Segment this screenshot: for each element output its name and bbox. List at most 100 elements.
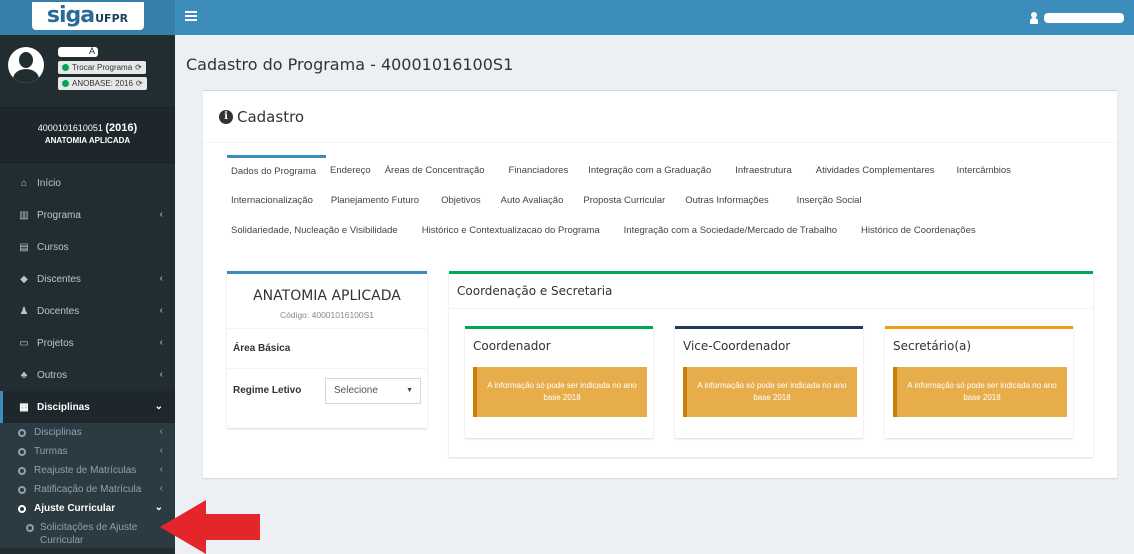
chevron-left-icon: ‹ (159, 305, 163, 316)
cadastro-card: i Cadastro Dados do Programa Endereço Ár… (203, 90, 1117, 478)
sidebar: siga UFPR A Trocar Programa ⟳ ANOBASE: 20… (0, 0, 175, 554)
group-icon: ♣ (20, 369, 28, 381)
regime-letivo-label: Regime Letivo (233, 385, 302, 396)
tab-planejamento-futuro[interactable]: Planejamento Futuro (323, 185, 429, 215)
program-info: 4000101610051 (2016) ANATOMIA APLICADA (0, 107, 175, 163)
tab-internacionalizacao[interactable]: Internacionalização (227, 185, 323, 215)
tab-integracao-graduacao[interactable]: Integração com a Graduação (578, 155, 721, 185)
tab-insercao-social[interactable]: Inserção Social (779, 185, 872, 215)
coordenacao-title: Coordenação e Secretaria (449, 274, 1093, 309)
tab-auto-avaliacao[interactable]: Auto Avaliação (491, 185, 574, 215)
tab-objetivos[interactable]: Objetivos (429, 185, 491, 215)
program-summary-name: ANATOMIA APLICADA (253, 288, 401, 304)
tab-financiadores[interactable]: Financiadores (495, 155, 579, 185)
tab-dados-do-programa[interactable]: Dados do Programa (227, 155, 327, 185)
tab-infraestrutura[interactable]: Infraestrutura (721, 155, 802, 185)
sidebar-item-programa[interactable]: ▥ Programa ‹ (0, 199, 175, 231)
program-summary-panel: ANATOMIA APLICADA Código: 40001016100S1 … (227, 271, 427, 428)
topbar (175, 0, 1134, 35)
page-title: Cadastro do Programa - 40001016100S1 (186, 55, 514, 74)
sidebar-item-discentes[interactable]: ◆ Discentes ‹ (0, 263, 175, 295)
table-icon: ▦ (19, 401, 29, 413)
chevron-left-icon: ‹ (159, 464, 163, 475)
trocar-programa-button[interactable]: Trocar Programa ⟳ (58, 61, 146, 74)
program-name: ANATOMIA APLICADA (44, 136, 131, 145)
role-title: Secretário(a) (893, 339, 972, 353)
submenu-item-ratificacao[interactable]: Ratificação de Matrícula ‹ (0, 480, 175, 499)
logo-siga-text: siga (46, 3, 95, 28)
logo-bar: siga UFPR (0, 0, 175, 35)
red-arrow-annotation (160, 500, 260, 554)
tab-outras-informacoes[interactable]: Outras Informações (675, 185, 778, 215)
sidebar-menu: ⌂ Início ▥ Programa ‹ ▤ Cursos ◆ Discent… (0, 167, 175, 423)
regime-letivo-select[interactable]: Selecione ▼ (325, 377, 421, 404)
circle-icon (18, 428, 26, 437)
institution-icon: ▥ (19, 209, 29, 221)
user-name: A (58, 46, 98, 57)
sidebar-item-docentes[interactable]: ♟ Docentes ‹ (0, 295, 175, 327)
chevron-down-icon: ⌄ (154, 401, 163, 412)
card-title: Cadastro (237, 107, 305, 126)
menu-toggle-icon[interactable] (185, 11, 197, 21)
chevron-left-icon: ‹ (159, 369, 163, 380)
sidebar-item-inicio[interactable]: ⌂ Início (0, 167, 175, 199)
role-title: Coordenador (473, 339, 551, 353)
tab-areas-concentracao[interactable]: Áreas de Concentração (381, 155, 495, 185)
circle-icon (18, 466, 26, 475)
siga-ufpr-logo[interactable]: siga UFPR (31, 1, 144, 30)
sidebar-item-projetos[interactable]: ▭ Projetos ‹ (0, 327, 175, 359)
sidebar-item-outros[interactable]: ♣ Outros ‹ (0, 359, 175, 391)
anobase-button[interactable]: ANOBASE: 2016 ⟳ (58, 77, 147, 90)
chevron-left-icon: ‹ (159, 337, 163, 348)
tab-integracao-sociedade[interactable]: Integração com a Sociedade/Mercado de Tr… (610, 215, 847, 245)
chevron-left-icon: ‹ (159, 209, 163, 220)
circle-icon (26, 524, 34, 532)
info-icon: i (219, 109, 233, 124)
user-menu[interactable] (1030, 12, 1124, 24)
status-dot-icon (62, 64, 69, 71)
sidebar-item-cursos[interactable]: ▤ Cursos (0, 231, 175, 263)
role-card-coordenador: Coordenador A informação só pode ser ind… (465, 326, 653, 438)
submenu-item-solicitacoes-ajuste[interactable]: Solicitações de Ajuste Curricular (0, 518, 175, 548)
tab-historico-coordenacoes[interactable]: Histórico de Coordenações (847, 215, 986, 245)
caret-down-icon: ▼ (406, 386, 413, 394)
status-dot-icon (62, 80, 69, 87)
tab-solidariedade[interactable]: Solidariedade, Nucleação e Visibilidade (227, 215, 408, 245)
submenu-item-reajuste[interactable]: Reajuste de Matrículas ‹ (0, 461, 175, 480)
tab-historico-contextualizacao[interactable]: Histórico e Contextualizacao do Programa (408, 215, 610, 245)
graduation-icon: ◆ (20, 273, 28, 285)
tab-endereco[interactable]: Endereço (326, 155, 381, 185)
user-icon (1030, 12, 1038, 24)
tab-intercambios[interactable]: Intercâmbios (945, 155, 1021, 185)
avatar (8, 47, 44, 83)
logo-ufpr-text: UFPR (95, 12, 129, 25)
role-card-secretario: Secretário(a) A informação só pode ser i… (885, 326, 1073, 438)
users-icon: ♟ (19, 305, 29, 317)
tab-atividades-complementares[interactable]: Atividades Complementares (802, 155, 945, 185)
area-basica-label: Área Básica (233, 343, 291, 354)
submenu-item-turmas[interactable]: Turmas ‹ (0, 442, 175, 461)
regime-letivo-row: Regime Letivo Selecione ▼ (227, 368, 427, 412)
tab-bar: Dados do Programa Endereço Áreas de Conc… (227, 155, 1107, 245)
submenu-item-disciplinas[interactable]: Disciplinas ‹ (0, 423, 175, 442)
list-icon: ▤ (19, 241, 29, 253)
warning-callout: A informação só pode ser indicada no ano… (473, 367, 647, 417)
submenu-item-ajuste-curricular[interactable]: Ajuste Curricular ⌄ (0, 499, 175, 518)
circle-icon (18, 485, 26, 494)
chevron-left-icon: ‹ (159, 483, 163, 494)
submenu-disciplinas: Disciplinas ‹ Turmas ‹ Reajuste de Matrí… (0, 423, 175, 548)
refresh-icon: ⟳ (135, 63, 142, 72)
circle-icon (18, 504, 26, 513)
tab-proposta-curricular[interactable]: Proposta Curricular (573, 185, 675, 215)
tab-row-1: Dados do Programa Endereço Áreas de Conc… (227, 155, 1107, 185)
card-header: i Cadastro (203, 91, 1117, 143)
refresh-icon: ⟳ (135, 79, 143, 88)
tab-row-2: Internacionalização Planejamento Futuro … (227, 185, 1107, 215)
circle-icon (18, 447, 26, 456)
role-title: Vice-Coordenador (683, 339, 791, 353)
chevron-left-icon: ‹ (159, 426, 163, 437)
sidebar-item-disciplinas[interactable]: ▦ Disciplinas ⌄ (0, 391, 175, 423)
warning-callout: A informação só pode ser indicada no ano… (683, 367, 857, 417)
coordenacao-panel: Coordenação e Secretaria Coordenador A i… (449, 271, 1093, 457)
warning-callout: A informação só pode ser indicada no ano… (893, 367, 1067, 417)
